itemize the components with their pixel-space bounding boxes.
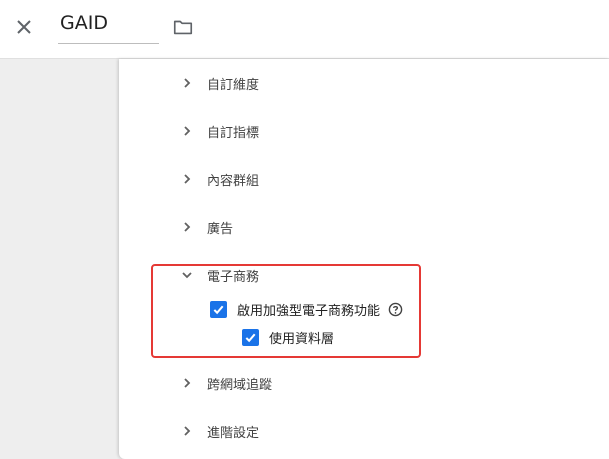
use-datalayer-checkbox[interactable] (242, 329, 259, 346)
chevron-right-icon (175, 71, 199, 95)
help-icon[interactable] (388, 302, 403, 317)
folder-icon (173, 20, 193, 35)
enhanced-ecommerce-checkbox[interactable] (210, 301, 227, 318)
use-datalayer-checkbox-row[interactable]: 使用資料層 (242, 328, 334, 347)
section-custom-dimensions[interactable]: 自訂維度 (175, 71, 259, 95)
section-cross-domain[interactable]: 跨網域追蹤 (175, 371, 272, 395)
close-icon (17, 20, 31, 34)
checkmark-icon (213, 305, 224, 315)
section-content-groups[interactable]: 內容群組 (175, 167, 259, 191)
section-advertising[interactable]: 廣告 (175, 215, 233, 239)
chevron-right-icon (175, 167, 199, 191)
title-underline (58, 43, 159, 44)
checkmark-icon (245, 333, 256, 343)
section-label: 跨網域追蹤 (207, 377, 273, 393)
tag-title[interactable]: GAID (60, 12, 108, 34)
settings-panel: 自訂維度 自訂指標 內容群組 廣告 電子商務 啟用加強型電子商務功能 使用資料層… (119, 59, 609, 459)
section-label: 自訂維度 (207, 77, 260, 93)
chevron-right-icon (175, 215, 199, 239)
chevron-right-icon (175, 119, 199, 143)
folder-button[interactable] (170, 14, 196, 40)
enhanced-ecommerce-checkbox-row[interactable]: 啟用加強型電子商務功能 (210, 300, 403, 319)
chevron-right-icon (175, 371, 199, 395)
section-label: 自訂指標 (207, 125, 260, 141)
chevron-down-icon (175, 263, 199, 287)
section-label: 內容群組 (207, 173, 260, 189)
section-label: 廣告 (207, 221, 234, 237)
chevron-right-icon (175, 419, 199, 443)
use-datalayer-label: 使用資料層 (269, 332, 335, 347)
section-label: 進階設定 (207, 425, 260, 441)
section-custom-metrics[interactable]: 自訂指標 (175, 119, 259, 143)
section-label: 電子商務 (207, 269, 260, 285)
close-button[interactable] (12, 15, 36, 39)
section-ecommerce[interactable]: 電子商務 (175, 263, 259, 287)
section-advanced-settings[interactable]: 進階設定 (175, 419, 259, 443)
top-bar: GAID (0, 0, 609, 59)
enhanced-ecommerce-label: 啟用加強型電子商務功能 (237, 304, 381, 319)
